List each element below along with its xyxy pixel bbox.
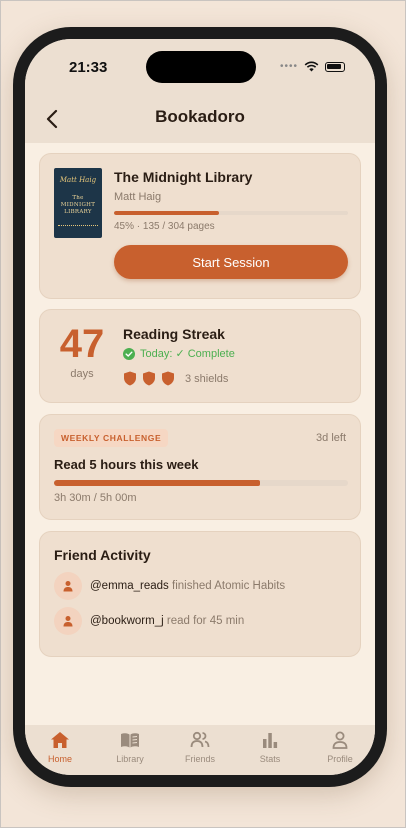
phone-frame: 21:33 •••• Bookadoro Matt Haig The MIDNI… (13, 27, 387, 787)
challenge-progress-text: 3h 30m / 5h 00m (54, 492, 137, 504)
book-icon (121, 733, 139, 748)
tab-label: Profile (327, 754, 353, 764)
shield-icon (124, 371, 136, 386)
challenge-days-left: 3d left (316, 432, 346, 444)
shield-icon (143, 371, 155, 386)
shields-label: 3 shields (185, 372, 229, 385)
streak-count: 47 (59, 322, 105, 366)
person-icon (63, 616, 73, 627)
signal-icon: •••• (279, 61, 298, 72)
tab-label: Library (116, 754, 144, 764)
tab-label: Home (47, 754, 72, 764)
friend-activity-item[interactable]: @emma_reads finished Atomic Habits (54, 572, 285, 600)
cover-title: The MIDNIGHT LIBRARY (60, 195, 96, 215)
friend-action: finished Atomic Habits (172, 580, 286, 592)
person-icon (63, 581, 73, 592)
book-title: The Midnight Library (114, 169, 253, 185)
book-progress-fill (114, 211, 220, 215)
book-author: Matt Haig (114, 191, 162, 203)
streak-card: 47 days Reading Streak Today: ✓ Complete… (39, 309, 361, 403)
wifi-icon (304, 61, 319, 72)
friend-activity-title: Friend Activity (54, 547, 151, 563)
app-screen: 21:33 •••• Bookadoro Matt Haig The MIDNI… (25, 39, 375, 775)
today-status-text: Today: ✓ Complete (140, 348, 235, 360)
start-session-button[interactable]: Start Session (114, 245, 348, 279)
streak-today-status: Today: ✓ Complete (123, 347, 235, 360)
person-icon (332, 731, 348, 749)
battery-icon (325, 61, 345, 72)
friend-activity-card: Friend Activity @emma_reads finished Ato… (39, 531, 361, 657)
home-icon (51, 732, 69, 748)
challenge-title: Read 5 hours this week (54, 457, 199, 472)
challenge-progress-fill (54, 480, 260, 486)
challenge-badge: WEEKLY CHALLENGE (54, 429, 169, 447)
avatar (54, 572, 82, 600)
friend-activity-text: @bookworm_j read for 45 min (90, 615, 244, 627)
friend-handle[interactable]: @bookworm_j (90, 615, 164, 627)
friend-activity-item[interactable]: @bookworm_j read for 45 min (54, 607, 244, 635)
weekly-challenge-card[interactable]: WEEKLY CHALLENGE 3d left Read 5 hours th… (39, 414, 361, 520)
friend-action: read for 45 min (166, 615, 245, 627)
cover-author: Matt Haig (59, 176, 97, 184)
book-cover[interactable]: Matt Haig The MIDNIGHT LIBRARY (54, 168, 102, 238)
avatar (54, 607, 82, 635)
status-icons: •••• (280, 61, 345, 72)
page-title: Bookadoro (155, 107, 245, 126)
tab-profile[interactable]: Profile (310, 731, 370, 764)
tab-label: Friends (184, 754, 215, 764)
challenge-progress-bar (54, 480, 348, 486)
shield-icon (162, 371, 174, 386)
streak-unit: days (70, 368, 94, 380)
tab-label: Stats (259, 754, 281, 764)
tab-friends[interactable]: Friends (170, 731, 230, 764)
people-icon (190, 731, 210, 748)
book-progress-bar (114, 211, 348, 215)
friend-handle[interactable]: @emma_reads (90, 580, 169, 592)
tab-stats[interactable]: Stats (240, 731, 300, 764)
bottom-tab-bar: Home Library Friends Stats Profile (25, 725, 375, 775)
friend-activity-text: @emma_reads finished Atomic Habits (90, 580, 285, 592)
tab-library[interactable]: Library (100, 731, 160, 764)
status-time: 21:33 (69, 59, 108, 76)
streak-title: Reading Streak (123, 326, 225, 342)
cover-decoration (58, 225, 98, 232)
dynamic-island (146, 51, 256, 83)
bar-chart-icon (263, 733, 278, 748)
check-circle-icon (123, 347, 135, 360)
streak-shields: 3 shields (123, 371, 228, 386)
current-book-card: Matt Haig The MIDNIGHT LIBRARY The Midni… (39, 153, 361, 299)
book-progress-text: 45% · 135 / 304 pages (114, 221, 215, 232)
tab-home[interactable]: Home (30, 731, 90, 764)
